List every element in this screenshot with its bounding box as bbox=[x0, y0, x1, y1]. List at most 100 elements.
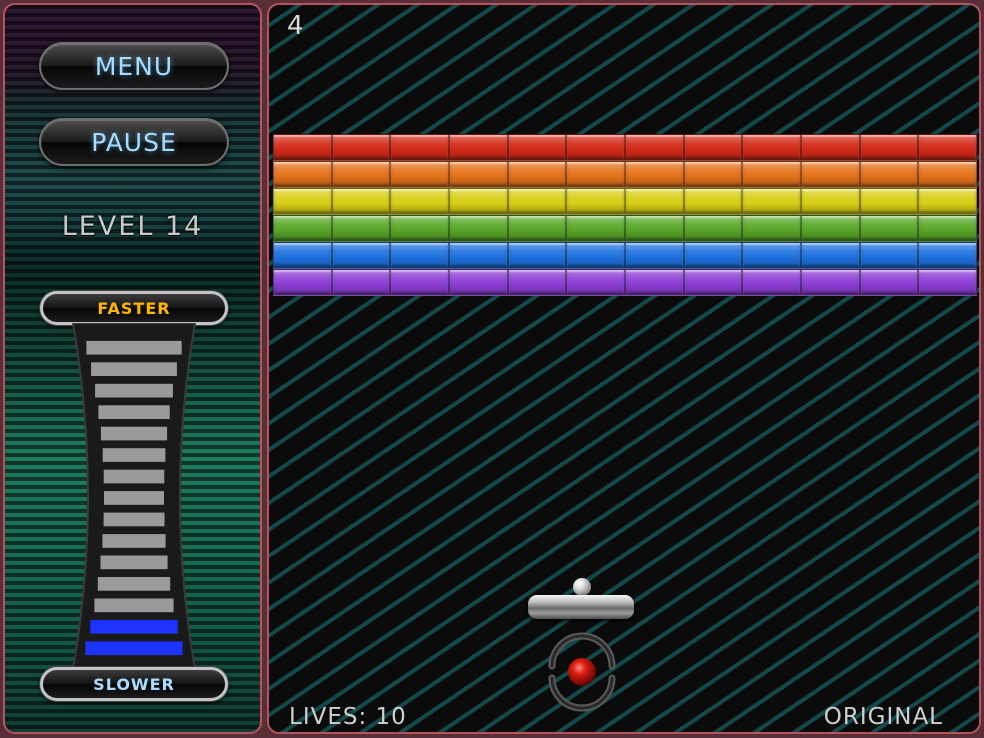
score-display: 4 bbox=[287, 11, 304, 41]
brick-red bbox=[507, 134, 567, 161]
brick-yellow bbox=[918, 188, 977, 215]
brick-blue bbox=[801, 242, 860, 269]
brick-green bbox=[507, 215, 567, 242]
brick-purple bbox=[390, 269, 449, 296]
brick-orange bbox=[449, 161, 508, 188]
side-panel: MENU PAUSE LEVEL 14 FASTER SLOWER bbox=[3, 3, 262, 734]
brick-orange bbox=[625, 161, 684, 188]
brick-red bbox=[859, 134, 919, 161]
brick-orange bbox=[331, 161, 391, 188]
brick-purple bbox=[566, 269, 625, 296]
brick-red bbox=[683, 134, 743, 161]
brick-red bbox=[801, 134, 860, 161]
brick-purple bbox=[449, 269, 508, 296]
speed-segment-active bbox=[85, 641, 183, 656]
brick-yellow bbox=[390, 188, 449, 215]
brick-blue bbox=[625, 242, 684, 269]
brick-blue bbox=[566, 242, 625, 269]
brick-blue bbox=[683, 242, 743, 269]
brick-orange bbox=[566, 161, 625, 188]
brick-green bbox=[566, 215, 625, 242]
speed-segment bbox=[100, 426, 168, 441]
brick-green bbox=[625, 215, 684, 242]
brick-yellow bbox=[273, 188, 332, 215]
speed-segment bbox=[95, 383, 173, 398]
brick-orange bbox=[859, 161, 919, 188]
brick-yellow bbox=[566, 188, 625, 215]
brick-yellow bbox=[449, 188, 508, 215]
speed-segment bbox=[91, 362, 177, 376]
brick-purple bbox=[918, 269, 977, 296]
brick-orange bbox=[742, 161, 801, 188]
brick-yellow bbox=[331, 188, 391, 215]
brick-orange bbox=[683, 161, 743, 188]
ball bbox=[573, 578, 591, 596]
brick-blue bbox=[859, 242, 919, 269]
speed-gauge[interactable] bbox=[67, 323, 201, 669]
speed-segment bbox=[97, 577, 171, 591]
brick-purple bbox=[742, 269, 801, 296]
brick-red bbox=[390, 134, 449, 161]
pause-button[interactable]: PAUSE bbox=[39, 118, 229, 166]
game-playfield[interactable]: 4 LIVES: 10 ORIGINAL bbox=[267, 3, 981, 734]
paddle[interactable] bbox=[528, 595, 634, 619]
brick-green bbox=[683, 215, 743, 242]
brick-orange bbox=[801, 161, 860, 188]
speed-segment bbox=[104, 491, 164, 505]
brick-blue bbox=[390, 242, 449, 269]
speed-segment bbox=[86, 340, 182, 355]
speed-segment bbox=[98, 405, 170, 419]
brick-blue bbox=[507, 242, 567, 269]
brick-yellow bbox=[801, 188, 860, 215]
speed-segment bbox=[102, 534, 166, 548]
brick-yellow bbox=[859, 188, 919, 215]
brick-blue bbox=[918, 242, 977, 269]
brick-purple bbox=[683, 269, 743, 296]
brick-yellow bbox=[625, 188, 684, 215]
brick-orange bbox=[390, 161, 449, 188]
speed-segment bbox=[100, 555, 168, 570]
brick-green bbox=[742, 215, 801, 242]
brick-wall bbox=[273, 134, 977, 296]
brick-green bbox=[859, 215, 919, 242]
brick-green bbox=[331, 215, 391, 242]
brick-red bbox=[625, 134, 684, 161]
brick-purple bbox=[331, 269, 391, 296]
brick-purple bbox=[801, 269, 860, 296]
brick-purple bbox=[507, 269, 567, 296]
brick-red bbox=[449, 134, 508, 161]
brick-yellow bbox=[742, 188, 801, 215]
game-mode-label: ORIGINAL bbox=[823, 704, 943, 730]
menu-button[interactable]: MENU bbox=[39, 42, 229, 90]
level-indicator: LEVEL 14 bbox=[61, 211, 204, 242]
paddle-control-knob[interactable] bbox=[542, 632, 622, 712]
brick-purple bbox=[625, 269, 684, 296]
brick-green bbox=[390, 215, 449, 242]
faster-button[interactable]: FASTER bbox=[40, 291, 228, 325]
speed-segment bbox=[103, 512, 165, 527]
slower-button[interactable]: SLOWER bbox=[40, 667, 228, 701]
brick-yellow bbox=[507, 188, 567, 215]
brick-purple bbox=[859, 269, 919, 296]
brick-red bbox=[273, 134, 332, 161]
speed-segment bbox=[102, 448, 166, 462]
brick-green bbox=[801, 215, 860, 242]
brick-blue bbox=[449, 242, 508, 269]
brick-orange bbox=[507, 161, 567, 188]
brick-blue bbox=[331, 242, 391, 269]
brick-red bbox=[566, 134, 625, 161]
brick-green bbox=[449, 215, 508, 242]
brick-green bbox=[273, 215, 332, 242]
brick-green bbox=[918, 215, 977, 242]
speed-segment bbox=[94, 598, 174, 613]
brick-red bbox=[331, 134, 391, 161]
brick-purple bbox=[273, 269, 332, 296]
brick-yellow bbox=[683, 188, 743, 215]
brick-red bbox=[742, 134, 801, 161]
brick-blue bbox=[273, 242, 332, 269]
brick-red bbox=[918, 134, 977, 161]
brick-blue bbox=[742, 242, 801, 269]
brick-orange bbox=[918, 161, 977, 188]
speed-segment-active bbox=[90, 619, 178, 634]
speed-segment bbox=[103, 469, 165, 484]
